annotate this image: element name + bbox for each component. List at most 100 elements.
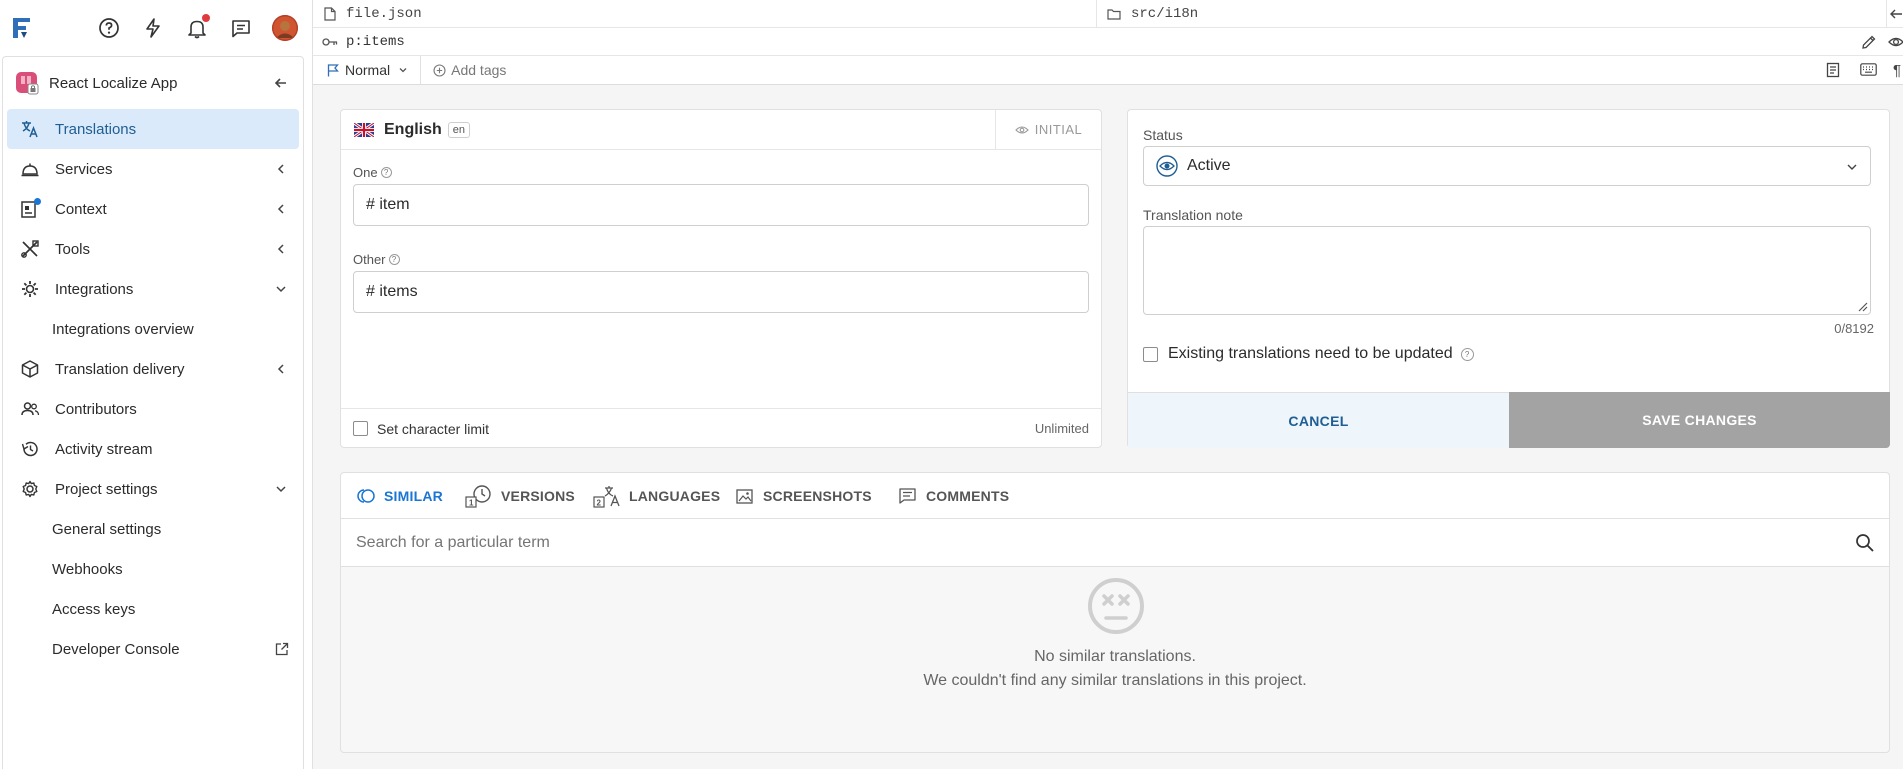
lightning-icon[interactable] bbox=[139, 14, 167, 42]
language-name: English bbox=[384, 120, 442, 138]
chevron-down-icon bbox=[276, 286, 286, 293]
bell-icon[interactable] bbox=[183, 14, 211, 42]
language-code-badge: en bbox=[447, 121, 471, 138]
svg-text:2: 2 bbox=[597, 499, 602, 508]
keyboard-icon[interactable] bbox=[1860, 63, 1877, 80]
sad-face-icon bbox=[1088, 578, 1144, 634]
sidebar-item-project-settings[interactable]: Project settings bbox=[7, 469, 299, 509]
tags-row: Normal Add tags ¶ bbox=[313, 55, 1903, 85]
sidebar-item-webhooks[interactable]: Webhooks bbox=[7, 549, 299, 589]
folder-path: src/i18n bbox=[1131, 6, 1199, 22]
resize-handle-icon[interactable] bbox=[1856, 300, 1868, 312]
eye-circle-icon bbox=[1156, 155, 1178, 177]
status-label: Status bbox=[1143, 127, 1183, 143]
translate-icon bbox=[19, 118, 41, 140]
translation-note-textarea[interactable] bbox=[1143, 226, 1871, 315]
sidebar-item-general-settings[interactable]: General settings bbox=[7, 509, 299, 549]
sidebar-item-label: Translation delivery bbox=[55, 360, 185, 378]
chat-icon[interactable] bbox=[227, 14, 255, 42]
back-arrow-icon[interactable] bbox=[1887, 0, 1903, 28]
people-icon bbox=[19, 398, 41, 420]
chevron-left-icon bbox=[277, 364, 284, 374]
status-select[interactable]: Active bbox=[1143, 146, 1871, 186]
sidebar-item-contributors[interactable]: Contributors bbox=[7, 389, 299, 429]
integrations-icon bbox=[19, 278, 41, 300]
tab-versions[interactable]: 1 VERSIONS bbox=[465, 473, 575, 519]
folder-cell: src/i18n bbox=[1097, 0, 1887, 28]
chevron-left-icon bbox=[277, 164, 284, 174]
comment-list-icon[interactable] bbox=[1825, 62, 1841, 82]
context-icon bbox=[19, 198, 41, 220]
char-limit-checkbox[interactable] bbox=[353, 421, 368, 436]
key-name: p:items bbox=[346, 33, 405, 50]
plural-other-input[interactable]: # items bbox=[353, 271, 1089, 313]
project-header: React Localize App bbox=[3, 57, 303, 109]
add-circle-icon bbox=[433, 63, 446, 77]
sidebar-item-integrations-overview[interactable]: Integrations overview bbox=[7, 309, 299, 349]
tab-similar[interactable]: SIMILAR bbox=[356, 473, 443, 519]
sidebar-item-translation-delivery[interactable]: Translation delivery bbox=[7, 349, 299, 389]
edit-icon[interactable] bbox=[1861, 34, 1877, 54]
sidebar-item-access-keys[interactable]: Access keys bbox=[7, 589, 299, 629]
flag-icon bbox=[327, 63, 339, 76]
sidebar-item-label: Translations bbox=[55, 120, 137, 138]
key-name-row: p:items bbox=[313, 28, 1903, 56]
collapse-sidebar-button[interactable] bbox=[269, 71, 293, 95]
other-label-row: Other ? bbox=[353, 252, 400, 267]
help-icon[interactable]: ? bbox=[380, 167, 392, 178]
sidebar-item-label: Project settings bbox=[55, 480, 158, 498]
tab-label: VERSIONS bbox=[501, 488, 575, 504]
sidebar-item-label: Services bbox=[55, 160, 113, 178]
char-limit-label: Set character limit bbox=[377, 420, 490, 437]
tab-comments[interactable]: COMMENTS bbox=[899, 473, 1009, 519]
tab-screenshots[interactable]: SCREENSHOTS bbox=[736, 473, 872, 519]
logo-icon[interactable] bbox=[8, 14, 36, 42]
existing-update-checkbox[interactable] bbox=[1143, 346, 1158, 362]
visibility-icon[interactable] bbox=[1888, 34, 1903, 54]
top-bar bbox=[0, 0, 312, 56]
cancel-button[interactable]: CANCEL bbox=[1128, 392, 1509, 448]
sidebar: React Localize App Translations Services bbox=[2, 56, 304, 769]
empty-subtitle: We couldn't find any similar translation… bbox=[923, 672, 1307, 689]
chevron-left-icon bbox=[277, 244, 284, 254]
chevron-down-icon bbox=[399, 68, 407, 73]
file-icon bbox=[324, 7, 336, 21]
gear-icon bbox=[19, 478, 41, 500]
search-input[interactable] bbox=[356, 533, 1816, 552]
sidebar-item-services[interactable]: Services bbox=[7, 149, 299, 189]
search-icon[interactable] bbox=[1855, 533, 1875, 553]
avatar[interactable] bbox=[271, 14, 299, 42]
tab-label: SIMILAR bbox=[384, 488, 443, 504]
sidebar-item-label: Context bbox=[55, 200, 107, 218]
folder-icon bbox=[1107, 9, 1121, 20]
note-label: Translation note bbox=[1143, 207, 1243, 223]
save-changes-button[interactable]: SAVE CHANGES bbox=[1509, 392, 1890, 448]
sidebar-item-translations[interactable]: Translations bbox=[7, 109, 299, 149]
add-tags-button[interactable]: Add tags bbox=[421, 62, 506, 78]
empty-title: No similar translations. bbox=[1034, 648, 1196, 665]
external-link-icon bbox=[275, 642, 289, 656]
help-icon[interactable] bbox=[95, 14, 123, 42]
sidebar-item-tools[interactable]: Tools bbox=[7, 229, 299, 269]
sidebar-item-developer-console[interactable]: Developer Console bbox=[7, 629, 299, 669]
pilcrow-icon[interactable]: ¶ bbox=[1893, 62, 1901, 79]
char-limit-row: Set character limit Unlimited bbox=[341, 408, 1101, 448]
file-name: file.json bbox=[346, 6, 422, 22]
chevron-left-icon bbox=[277, 204, 284, 214]
tab-label: LANGUAGES bbox=[629, 488, 721, 504]
priority-select[interactable]: Normal bbox=[313, 55, 422, 85]
help-icon[interactable]: ? bbox=[388, 254, 400, 265]
sidebar-item-context[interactable]: Context bbox=[7, 189, 299, 229]
sidebar-item-activity-stream[interactable]: Activity stream bbox=[7, 429, 299, 469]
context-badge bbox=[34, 198, 41, 205]
svg-text:1: 1 bbox=[469, 499, 474, 508]
plural-one-input[interactable]: # item bbox=[353, 184, 1089, 226]
empty-state: No similar translations. We couldn't fin… bbox=[341, 567, 1889, 753]
sidebar-item-label: Tools bbox=[55, 240, 91, 258]
bell-service-icon bbox=[19, 158, 41, 180]
tab-languages[interactable]: 2 LANGUAGES bbox=[593, 473, 720, 519]
status-card: Status Active Translation note 0/8192 Ex… bbox=[1127, 109, 1890, 448]
help-icon[interactable]: ? bbox=[1460, 347, 1474, 361]
similar-icon bbox=[357, 489, 375, 503]
sidebar-item-integrations[interactable]: Integrations bbox=[7, 269, 299, 309]
